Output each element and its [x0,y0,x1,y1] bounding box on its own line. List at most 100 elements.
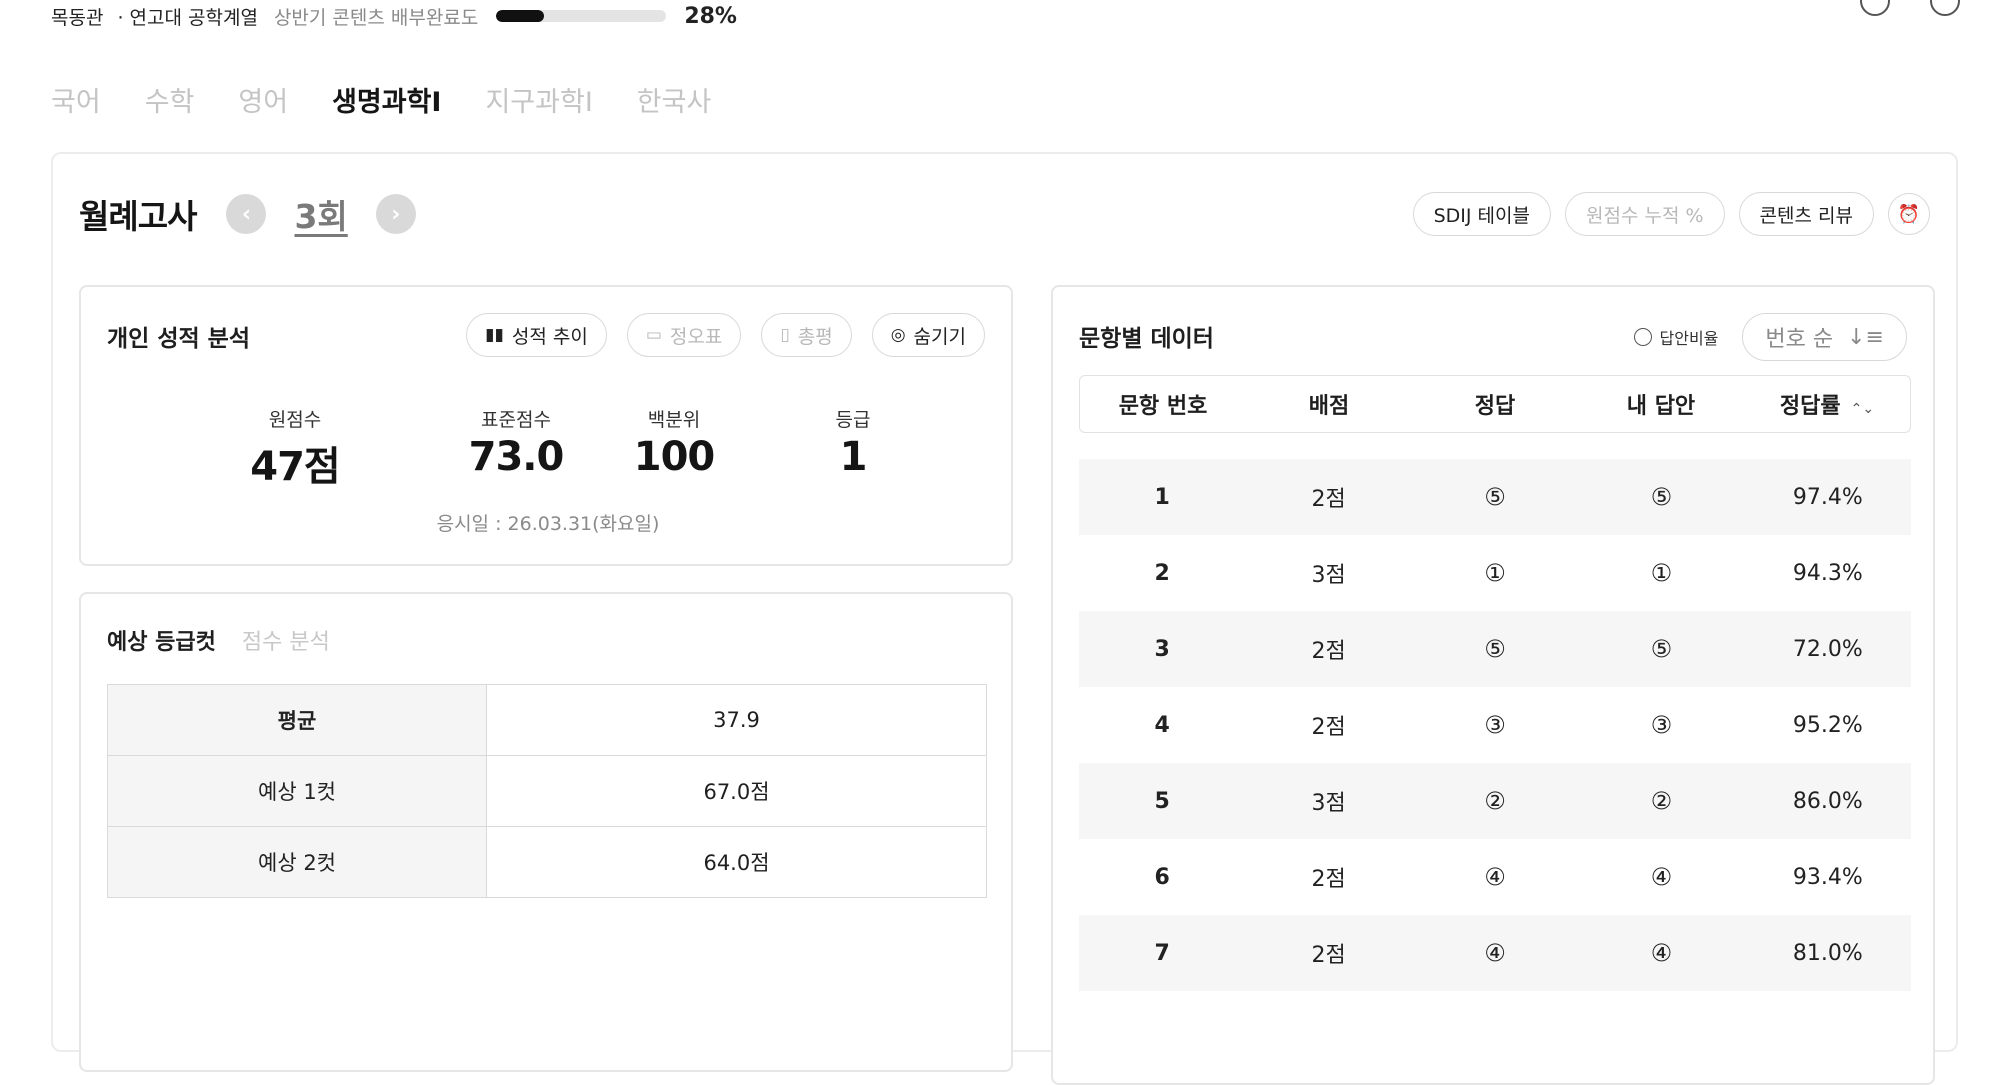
item-data-controls: 답안비율 번호 순 ↓≡ [1633,313,1907,361]
answer-sheet-button-label: 정오표 [669,325,723,348]
item-my-answer: ④ [1650,863,1673,891]
cut-key: 평균 [107,684,487,756]
cut-value: 67.0점 [486,755,987,827]
item-number: 1 [1154,484,1170,510]
table-row[interactable]: 4 2점 ③ ③ 95.2% [1079,687,1911,763]
progress-bar [496,10,667,22]
item-points: 3점 [1311,791,1346,816]
grade-cut-tabs: 예상 등급컷 점수 분석 [107,624,330,656]
exam-date-label: 응시일 : [436,513,508,535]
chevron-right-icon: › [391,201,401,227]
answer-ratio-toggle[interactable]: 답안비율 [1633,325,1719,349]
item-points: 2점 [1311,715,1346,740]
raw-score-stat: 원점수 47점 [195,405,395,492]
header-my-answer: 내 답안 [1626,394,1696,419]
item-answer: ④ [1484,863,1506,891]
item-points: 3점 [1311,563,1346,588]
score-stats: 원점수 47점 표준점수 73.0 백분위 100 등급 1 [81,405,1011,490]
review-button-label: 총평 [797,325,833,348]
trend-button-label: 성적 추이 [511,325,588,348]
eye-off-icon: ◎ [890,325,906,345]
item-data-card: 문항별 데이터 답안비율 번호 순 ↓≡ 문항 번호 배점 정답 내 답안 정답… [1051,285,1935,1085]
grade-stat: 등급 1 [753,405,953,480]
sort-icon: ↓≡ [1847,324,1884,350]
item-correct-rate: 97.4% [1792,484,1863,510]
sort-button-label: 번호 순 [1765,327,1834,352]
alarm-icon: ⏰ [1897,203,1921,225]
item-my-answer: ④ [1650,939,1673,967]
item-number: 4 [1154,712,1170,738]
file-icon: ▯ [780,325,790,345]
sort-button[interactable]: 번호 순 ↓≡ [1742,313,1907,361]
item-table-body: 1 2점 ⑤ ⑤ 97.4% 2 3점 ① ① 94.3% 3 2점 ⑤ ⑤ 72.0% 4 2점 ③ ③ 95.2%… [1079,459,1911,991]
item-correct-rate: 95.2% [1792,712,1863,738]
table-row[interactable]: 7 2점 ④ ④ 81.0% [1079,915,1911,991]
document-icon: ▭ [645,325,662,345]
settings-icon[interactable] [1930,0,1960,16]
cumulative-button[interactable]: 원점수 누적 % [1565,192,1725,236]
tab-earth-science[interactable]: 지구과학I [485,80,592,119]
table-row[interactable]: 2 3점 ① ① 94.3% [1079,535,1911,611]
main-panel: 월례고사 ‹ 3회 › SDIJ 테이블 원점수 누적 % 콘텐츠 리뷰 ⏰ 개… [51,152,1958,1085]
percentile-stat: 백분위 100 [574,405,774,480]
table-row: 평균 37.9 [107,684,987,756]
round-selector[interactable]: 3회 [294,190,347,238]
header-answer: 정답 [1474,394,1516,419]
table-row[interactable]: 3 2점 ⑤ ⑤ 72.0% [1079,611,1911,687]
sdij-table-button[interactable]: SDIJ 테이블 [1412,192,1551,236]
hide-button[interactable]: ◎ 숨기기 [871,313,985,357]
raw-score-label: 원점수 [268,409,322,431]
exam-actions: SDIJ 테이블 원점수 누적 % 콘텐츠 리뷰 ⏰ [1412,192,1930,236]
tab-expected-cut[interactable]: 예상 등급컷 [107,624,216,656]
item-answer: ① [1484,559,1506,587]
grade-cut-table: 평균 37.9 예상 1컷 67.0점 예상 2컷 64.0점 [107,684,987,898]
tab-korean-history[interactable]: 한국사 [637,80,712,119]
raw-score-value: 47점 [250,444,340,490]
next-round-button[interactable]: › [375,194,416,234]
exam-date-value: 26.03.31(화요일) [507,513,660,535]
alarm-button[interactable]: ⏰ [1888,193,1930,235]
affiliation: · 연고대 공학계열 [117,6,258,29]
item-number: 5 [1154,788,1170,814]
tab-life-science[interactable]: 생명과학I [332,80,441,119]
item-answer: ② [1484,787,1506,815]
item-points: 2점 [1311,639,1346,664]
table-row[interactable]: 5 3점 ② ② 86.0% [1079,763,1911,839]
table-row[interactable]: 6 2점 ④ ④ 93.4% [1079,839,1911,915]
progress-label: 상반기 콘텐츠 배부완료도 [273,6,479,29]
tab-score-analysis[interactable]: 점수 분석 [242,624,330,656]
item-my-answer: ⑤ [1650,483,1673,511]
exam-title: 월례고사 [79,197,197,236]
item-my-answer: ② [1650,787,1673,815]
tab-math[interactable]: 수학 [145,80,195,119]
prev-round-button[interactable]: ‹ [226,194,267,234]
item-answer: ⑤ [1484,483,1506,511]
answer-sheet-button[interactable]: ▭ 정오표 [626,313,742,357]
header-correct-rate: 정답률 [1779,394,1841,419]
exam-header: 월례고사 ‹ 3회 › [79,190,416,238]
exam-date: 응시일 : 26.03.31(화요일) [81,509,1015,536]
item-points: 2점 [1311,487,1346,512]
sort-updown-icon[interactable]: ⌃⌄ [1851,401,1874,417]
radio-icon [1633,328,1652,346]
item-my-answer: ③ [1650,711,1673,739]
header-item-number: 문항 번호 [1118,394,1208,419]
tab-english[interactable]: 영어 [238,80,288,119]
trend-button[interactable]: ▮▮ 성적 추이 [466,313,607,357]
item-answer: ④ [1484,939,1506,967]
table-row[interactable]: 1 2점 ⑤ ⑤ 97.4% [1079,459,1911,535]
cut-key: 예상 1컷 [107,755,487,827]
answer-ratio-label: 답안비율 [1659,329,1719,348]
item-answer: ⑤ [1484,635,1506,663]
content-review-button[interactable]: 콘텐츠 리뷰 [1738,192,1874,236]
bar-chart-icon: ▮▮ [485,325,504,345]
tab-korean[interactable]: 국어 [51,80,101,119]
hide-button-label: 숨기기 [913,325,966,348]
header-correct-rate-cell[interactable]: 정답률 ⌃⌄ [1744,388,1910,420]
item-correct-rate: 86.0% [1792,788,1863,814]
profile-icon[interactable] [1860,0,1890,16]
review-button[interactable]: ▯ 총평 [761,313,852,357]
cut-value: 37.9 [486,684,987,756]
table-row: 예상 1컷 67.0점 [107,755,987,827]
item-correct-rate: 94.3% [1792,560,1863,586]
